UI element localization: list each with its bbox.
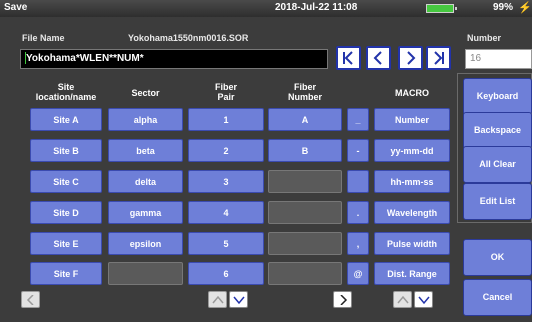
fiber-number-button-a[interactable]: A (268, 108, 342, 131)
macro-button-time[interactable]: hh-mm-ss (374, 170, 450, 193)
fiber-pair-button-3[interactable]: 3 (188, 170, 264, 193)
cancel-button[interactable]: Cancel (463, 279, 532, 316)
number-input[interactable]: 16 (465, 49, 532, 69)
symbol-button-period[interactable]: . (347, 201, 369, 224)
chevron-left-icon (373, 51, 382, 65)
battery-icon (426, 4, 457, 13)
fiber-pair-button-4[interactable]: 4 (188, 201, 264, 224)
column-header-fiber-pair: Fiber Pair (214, 82, 237, 102)
sector-button-alpha[interactable]: alpha (108, 108, 183, 131)
next-button[interactable] (398, 46, 423, 70)
power-plug-icon: ⚡ (518, 2, 532, 14)
macro-scroll-up-button[interactable] (393, 291, 412, 308)
battery-percent: 99% (493, 2, 514, 13)
keyboard-button[interactable]: Keyboard (463, 78, 532, 115)
sector-empty-slot[interactable] (108, 262, 183, 285)
site-button-c[interactable]: Site C (30, 170, 102, 193)
fiber-number-empty-slot[interactable] (268, 170, 342, 193)
symbol-button-hyphen[interactable]: - (347, 139, 369, 162)
column-header-site: Site location/name (35, 82, 97, 102)
column-header-sector: Sector (131, 88, 160, 98)
file-name-input[interactable]: Yokohama*WLEN**NUM* (20, 49, 328, 69)
scroll-up-button[interactable] (208, 291, 227, 308)
edit-list-button[interactable]: Edit List (463, 183, 532, 220)
skip-first-button[interactable] (336, 46, 361, 70)
column-header-macro: MACRO (395, 88, 429, 98)
macro-scroll-down-button[interactable] (414, 291, 433, 308)
current-file-name: Yokohama1550nm0016.SOR (128, 33, 249, 43)
file-name-value: Yokohama*WLEN**NUM* (26, 53, 144, 64)
backspace-button[interactable]: Backspace (463, 112, 532, 149)
scroll-left-button[interactable] (21, 291, 40, 308)
macro-button-number[interactable]: Number (374, 108, 450, 131)
chevron-down-icon (233, 296, 245, 305)
site-button-d[interactable]: Site D (30, 201, 102, 224)
symbol-button-empty[interactable] (347, 170, 369, 193)
chevron-up-icon (212, 295, 224, 304)
chevron-right-icon (407, 51, 416, 65)
site-button-f[interactable]: Site F (30, 262, 102, 285)
scroll-down-button[interactable] (229, 291, 248, 308)
sector-button-epsilon[interactable]: epsilon (108, 232, 183, 255)
chevron-up-icon (397, 295, 409, 304)
skip-first-icon (343, 51, 353, 65)
site-button-a[interactable]: Site A (30, 108, 102, 131)
chevron-left-icon (26, 295, 34, 305)
window-title: Save (4, 2, 28, 13)
site-button-b[interactable]: Site B (30, 139, 102, 162)
fiber-pair-button-5[interactable]: 5 (188, 232, 264, 255)
skip-last-button[interactable] (426, 46, 451, 70)
chevron-down-icon (418, 296, 430, 305)
fiber-pair-button-6[interactable]: 6 (188, 262, 264, 285)
status-bar: Save 2018-Jul-22 11:08 99% ⚡ (0, 0, 532, 17)
save-dialog: Save 2018-Jul-22 11:08 99% ⚡ File Name Y… (0, 0, 532, 322)
ok-button[interactable]: OK (463, 239, 532, 276)
symbol-button-at[interactable]: @ (347, 262, 369, 285)
symbol-button-underscore[interactable]: _ (347, 108, 369, 131)
column-header-fiber-number: Fiber Number (287, 82, 322, 102)
number-label: Number (467, 33, 502, 43)
macro-button-dist-range[interactable]: Dist. Range (374, 262, 450, 285)
chevron-right-icon (340, 295, 348, 305)
site-button-e[interactable]: Site E (30, 232, 102, 255)
sector-button-delta[interactable]: delta (108, 170, 183, 193)
previous-button[interactable] (366, 46, 391, 70)
sector-button-beta[interactable]: beta (108, 139, 183, 162)
skip-last-icon (434, 51, 444, 65)
fiber-number-button-b[interactable]: B (268, 139, 342, 162)
fiber-pair-button-2[interactable]: 2 (188, 139, 264, 162)
all-clear-button[interactable]: All Clear (463, 146, 532, 183)
fiber-number-empty-slot[interactable] (268, 262, 342, 285)
macro-button-date[interactable]: yy-mm-dd (374, 139, 450, 162)
page-margin (532, 0, 539, 322)
macro-button-pulse-width[interactable]: Pulse width (374, 232, 450, 255)
sector-button-gamma[interactable]: gamma (108, 201, 183, 224)
fiber-pair-button-1[interactable]: 1 (188, 108, 264, 131)
status-datetime: 2018-Jul-22 11:08 (275, 2, 358, 13)
macro-button-wavelength[interactable]: Wavelength (374, 201, 450, 224)
scroll-right-button[interactable] (333, 291, 352, 308)
file-name-label: File Name (22, 33, 65, 43)
fiber-number-empty-slot[interactable] (268, 232, 342, 255)
fiber-number-empty-slot[interactable] (268, 201, 342, 224)
symbol-button-comma[interactable]: , (347, 232, 369, 255)
